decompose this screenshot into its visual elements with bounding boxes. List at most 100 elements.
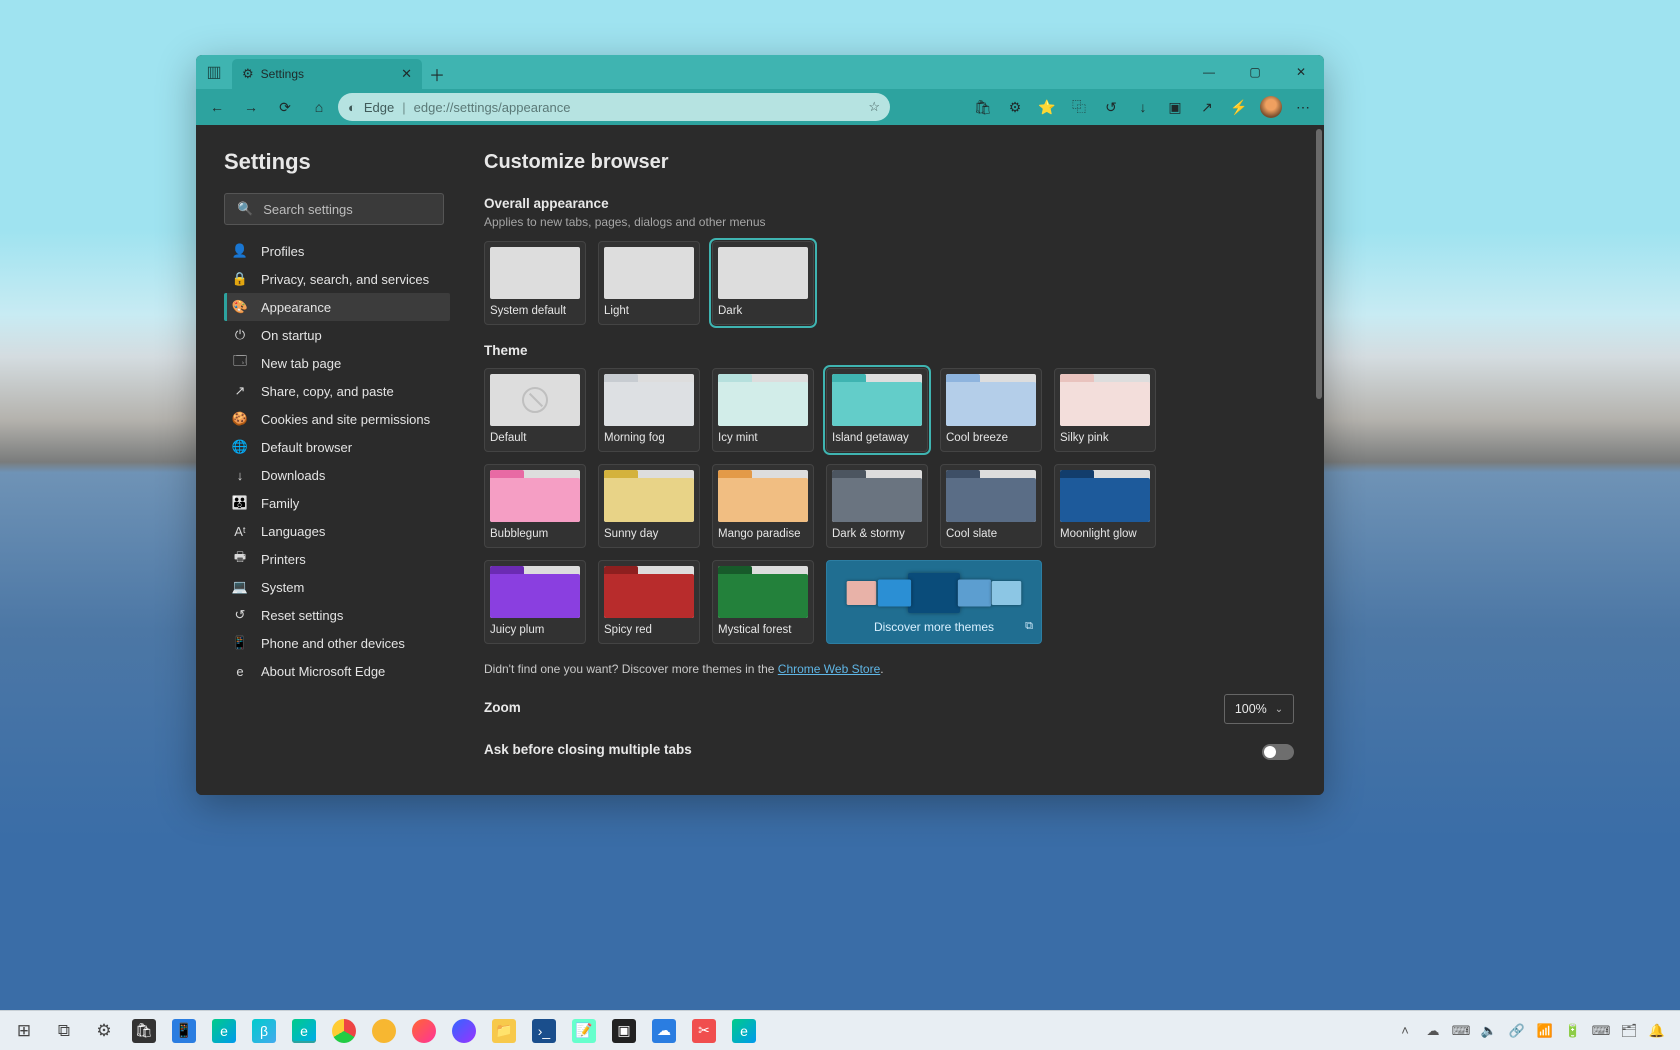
performance-icon[interactable]: ⚡ xyxy=(1224,93,1254,121)
start-button[interactable]: ⊞ xyxy=(4,1011,44,1050)
edge-dev-icon[interactable]: e xyxy=(724,1011,764,1050)
sidebar-item-printers[interactable]: 🖶Printers xyxy=(224,545,450,573)
tray-icon-6[interactable]: 🔋 xyxy=(1560,1011,1586,1050)
theme-option-icy[interactable]: Icy mint xyxy=(712,368,814,452)
theme-option-label: Sunny day xyxy=(604,528,694,542)
edge-beta-icon[interactable]: β xyxy=(244,1011,284,1050)
collections-icon[interactable]: ⿻ xyxy=(1064,93,1094,121)
sidebar-item-share-copy-and-paste[interactable]: ↗Share, copy, and paste xyxy=(224,377,450,405)
sidebar-item-downloads[interactable]: ↓Downloads xyxy=(224,461,450,489)
sidebar-item-cookies-and-site-permissions[interactable]: 🍪Cookies and site permissions xyxy=(224,405,450,433)
sidebar-item-appearance[interactable]: 🎨Appearance xyxy=(224,293,450,321)
ask-close-toggle[interactable] xyxy=(1262,744,1294,760)
chrome-web-store-link[interactable]: Chrome Web Store xyxy=(778,662,881,676)
sidebar-item-about-microsoft-edge[interactable]: eAbout Microsoft Edge xyxy=(224,657,450,685)
sidebar-item-phone-and-other-devices[interactable]: 📱Phone and other devices xyxy=(224,629,450,657)
snip-icon[interactable]: ✂ xyxy=(684,1011,724,1050)
theme-option-stormy[interactable]: Dark & stormy xyxy=(826,464,928,548)
sidebar-item-default-browser[interactable]: 🌐Default browser xyxy=(224,433,450,461)
sidebar-item-new-tab-page[interactable]: 🗔New tab page xyxy=(224,349,450,377)
sidebar-item-profiles[interactable]: 👤Profiles xyxy=(224,237,450,265)
theme-option-default[interactable]: Default xyxy=(484,368,586,452)
theme-option-cool[interactable]: Cool breeze xyxy=(940,368,1042,452)
chrome-canary-icon[interactable] xyxy=(364,1011,404,1050)
task-view-button[interactable]: ⧉ xyxy=(44,1011,84,1050)
chevron-down-icon: ⌄ xyxy=(1275,704,1283,715)
tray-icon-7[interactable]: ⌨ xyxy=(1588,1011,1614,1050)
notepad-icon[interactable]: 📝 xyxy=(564,1011,604,1050)
theme-option-bubble[interactable]: Bubblegum xyxy=(484,464,586,548)
discover-thumbnails xyxy=(835,566,1033,620)
sidebar-item-family[interactable]: 👪Family xyxy=(224,489,450,517)
discover-more-themes[interactable]: Discover more themes⧉ xyxy=(826,560,1042,644)
forward-button[interactable]: → xyxy=(236,93,266,121)
theme-option-sunny[interactable]: Sunny day xyxy=(598,464,700,548)
theme-option-label: Cool slate xyxy=(946,528,1036,542)
vertical-tabs-button[interactable]: ▥ xyxy=(196,55,232,89)
sidebar-item-languages[interactable]: AᵗLanguages xyxy=(224,517,450,545)
file-explorer-icon[interactable]: 📁 xyxy=(484,1011,524,1050)
address-bar[interactable]: ◐ Edge | edge://settings/appearance ☆ xyxy=(338,93,890,121)
chrome-icon[interactable] xyxy=(324,1011,364,1050)
tray-icon-1[interactable]: ☁ xyxy=(1420,1011,1446,1050)
tray-icon-5[interactable]: 📶 xyxy=(1532,1011,1558,1050)
sidebar-item-on-startup[interactable]: ⏻On startup xyxy=(224,321,450,349)
your-phone-icon[interactable]: 📱 xyxy=(164,1011,204,1050)
history-icon[interactable]: ↺ xyxy=(1096,93,1126,121)
tray-icon-4[interactable]: 🔗 xyxy=(1504,1011,1530,1050)
gear-icon: ⚙ xyxy=(242,66,254,82)
extensions-icon[interactable]: ⚙ xyxy=(1000,93,1030,121)
tray-icon-8[interactable]: 🗂 xyxy=(1616,1011,1642,1050)
scrollbar[interactable] xyxy=(1316,129,1322,399)
home-button[interactable]: ⌂ xyxy=(304,93,334,121)
settings-taskbar-icon[interactable]: ⚙ xyxy=(84,1011,124,1050)
back-button[interactable]: ← xyxy=(202,93,232,121)
favorites-icon[interactable]: ⭐ xyxy=(1032,93,1062,121)
favorite-star-icon[interactable]: ☆ xyxy=(868,99,880,115)
edge-taskbar-icon[interactable]: e xyxy=(204,1011,244,1050)
window-close-button[interactable]: ✕ xyxy=(1278,55,1324,89)
zoom-select[interactable]: 100% ⌄ xyxy=(1224,694,1294,724)
theme-swatch xyxy=(604,470,694,522)
sidebar-item-system[interactable]: 💻System xyxy=(224,573,450,601)
app-menu-button[interactable]: ⋯ xyxy=(1288,93,1318,121)
refresh-button[interactable]: ⟳ xyxy=(270,93,300,121)
theme-option-mango[interactable]: Mango paradise xyxy=(712,464,814,548)
theme-option-morning[interactable]: Morning fog xyxy=(598,368,700,452)
tray-icon-2[interactable]: ⌨ xyxy=(1448,1011,1474,1050)
minimize-button[interactable]: — xyxy=(1186,55,1232,89)
theme-option-forest[interactable]: Mystical forest xyxy=(712,560,814,644)
downloads-icon[interactable]: ↓ xyxy=(1128,93,1158,121)
theme-option-spicy[interactable]: Spicy red xyxy=(598,560,700,644)
web-capture-icon[interactable]: ▣ xyxy=(1160,93,1190,121)
profile-avatar[interactable] xyxy=(1256,93,1286,121)
maximize-button[interactable]: ▢ xyxy=(1232,55,1278,89)
firefox-dev-icon[interactable] xyxy=(444,1011,484,1050)
appearance-option-light[interactable]: Light xyxy=(598,241,700,325)
share-icon[interactable]: ↗ xyxy=(1192,93,1222,121)
theme-option-island[interactable]: Island getaway xyxy=(826,368,928,452)
search-settings-input[interactable]: 🔍 Search settings xyxy=(224,193,444,225)
browser-tab[interactable]: ⚙ Settings ✕ xyxy=(232,59,422,89)
new-tab-button[interactable]: ＋ xyxy=(422,59,452,89)
tray-icon-9[interactable]: 🔔 xyxy=(1644,1011,1670,1050)
appearance-option-dark[interactable]: Dark xyxy=(712,241,814,325)
theme-option-slate[interactable]: Cool slate xyxy=(940,464,1042,548)
tray-icon-3[interactable]: 🔈 xyxy=(1476,1011,1502,1050)
terminal-icon[interactable]: ▣ xyxy=(604,1011,644,1050)
tab-close-button[interactable]: ✕ xyxy=(401,66,412,82)
theme-option-plum[interactable]: Juicy plum xyxy=(484,560,586,644)
powershell-icon[interactable]: ›_ xyxy=(524,1011,564,1050)
theme-option-moon[interactable]: Moonlight glow xyxy=(1054,464,1156,548)
edge-canary-icon[interactable]: e xyxy=(284,1011,324,1050)
appearance-option-system[interactable]: System default xyxy=(484,241,586,325)
shopping-icon[interactable]: 🛍 xyxy=(968,93,998,121)
onedrive-icon[interactable]: ☁ xyxy=(644,1011,684,1050)
sidebar-item-reset-settings[interactable]: ↺Reset settings xyxy=(224,601,450,629)
firefox-icon[interactable] xyxy=(404,1011,444,1050)
sidebar-item-privacy-search-and-services[interactable]: 🔒Privacy, search, and services xyxy=(224,265,450,293)
edge-browser-window: ▥ ⚙ Settings ✕ ＋ — ▢ ✕ ← → ⟳ ⌂ ◐ Edge | xyxy=(196,55,1324,795)
tray-icon-0[interactable]: ˄ xyxy=(1392,1011,1418,1050)
store-icon[interactable]: 🛍 xyxy=(124,1011,164,1050)
theme-option-silky[interactable]: Silky pink xyxy=(1054,368,1156,452)
